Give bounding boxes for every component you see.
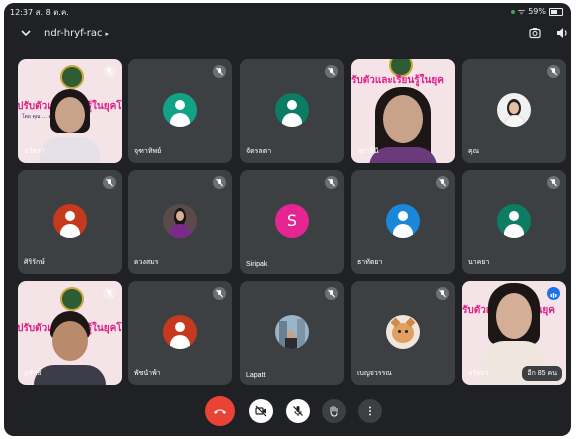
participant-tile[interactable]: การปรับตัวและเรียนรู้ในยุคโควิด โดย คุณ … [18,59,122,163]
participant-name: นาคยา [468,259,490,266]
muted-mic-icon [547,176,560,189]
status-bar: 12:37 ส. 8 ต.ค. ᯤ 59% [4,3,571,17]
muted-mic-icon [325,176,338,189]
more-options-button[interactable] [358,399,382,423]
wifi-icon: ᯤ [517,7,526,16]
participant-tile[interactable]: ศิริรักษ์ [18,170,122,274]
muted-mic-icon [103,287,116,300]
end-call-button[interactable] [205,396,235,426]
participant-photo [275,315,309,349]
participant-avatar [275,93,309,127]
status-time: 12:37 [10,8,34,17]
hand-icon [330,405,338,417]
muted-mic-icon [325,65,338,78]
participant-tile[interactable]: นาคยา [462,170,566,274]
university-seal-icon [60,65,84,89]
muted-mic-icon [325,287,338,300]
participant-name: Lapatt [246,372,266,379]
speaking-indicator-icon [547,287,560,300]
participant-name: จุฑาทิพย์ [134,148,162,155]
call-controls [4,396,571,429]
mic-off-icon [293,406,303,416]
more-vert-icon [369,406,371,416]
camera-off-icon [255,405,267,417]
participant-name: จัดรลตา [246,148,272,155]
muted-mic-icon [213,287,226,300]
collapse-chevron-icon[interactable] [20,27,32,39]
participant-avatar [53,204,87,238]
participant-tile[interactable]: เบญจวรรณ [351,281,455,385]
participant-photo [497,93,531,127]
participant-tile[interactable]: การปรับตัวและเรียนรู้ในยุคโควิด ภูสิทธิ์ [18,281,122,385]
participant-tile[interactable]: จัดรลตา [240,59,344,163]
camera-toggle-button[interactable] [249,399,273,423]
muted-mic-icon [436,287,449,300]
participant-name: สุธาลินี [357,148,379,155]
raise-hand-button[interactable] [322,399,346,423]
participant-tile[interactable]: รับตัวและเรียนรู้ในยุค หรัตรา อีก 85 คน [462,281,566,385]
muted-mic-icon [213,65,226,78]
participant-tile[interactable]: ธาทัตยา [351,170,455,274]
status-date: ส. 8 ต.ค. [35,8,69,17]
participant-name: ศิริรักษ์ [24,259,45,266]
participant-tile[interactable]: S Siripak [240,170,344,274]
participant-name: คุณ [468,148,480,155]
battery-icon [549,7,563,16]
switch-camera-icon[interactable] [528,26,542,40]
participant-tile[interactable]: พัชนำพ้า [128,281,232,385]
participant-name: ภูสิทธิ์ [24,370,42,377]
participant-tile[interactable]: ดวงสมร [128,170,232,274]
participant-tile[interactable]: Lapatt [240,281,344,385]
muted-mic-icon [103,176,116,189]
participant-avatar [163,315,197,349]
hang-up-icon [214,409,226,414]
meeting-code-text[interactable]: ndr-hryf-rac [44,28,102,39]
participant-tile[interactable]: รับตัวและเรียนรู้ในยุค สุธาลินี [351,59,455,163]
poster-banner: รับตัวและเรียนรู้ในยุค [351,75,444,86]
participant-photo [163,204,197,238]
participant-photo [386,315,420,349]
university-seal-icon [60,287,84,311]
participant-letter-avatar: S [275,204,309,238]
participant-name: ธาทัตยา [357,259,383,266]
participant-avatar [386,204,420,238]
muted-mic-icon [436,176,449,189]
participant-name: นวัตรา [24,148,45,155]
participant-name: เบญจวรรณ [357,370,392,377]
mic-indicator-icon [510,9,515,14]
participant-avatar [497,204,531,238]
participant-name: ดวงสมร [134,259,159,266]
muted-mic-icon [213,176,226,189]
meeting-info-caret-icon[interactable]: ▸ [105,30,109,38]
meet-screen: 12:37 ส. 8 ต.ค. ᯤ 59% ndr-hryf-rac▸ การป… [4,3,571,436]
muted-mic-icon [547,65,560,78]
participant-name: Siripak [246,261,268,268]
participant-avatar [163,93,197,127]
meeting-header: ndr-hryf-rac ▸ [4,21,571,47]
battery-percent: 59% [528,7,546,16]
speaker-icon[interactable] [555,26,569,40]
participant-name: หรัตรา [468,370,489,377]
mic-toggle-button[interactable] [286,399,310,423]
more-participants-badge[interactable]: อีก 85 คน [522,366,562,381]
muted-mic-icon [103,65,116,78]
participant-tile[interactable]: จุฑาทิพย์ [128,59,232,163]
meeting-code[interactable]: ndr-hryf-rac ▸ [44,28,109,39]
participant-name: พัชนำพ้า [134,370,161,377]
participant-tile[interactable]: คุณ [462,59,566,163]
